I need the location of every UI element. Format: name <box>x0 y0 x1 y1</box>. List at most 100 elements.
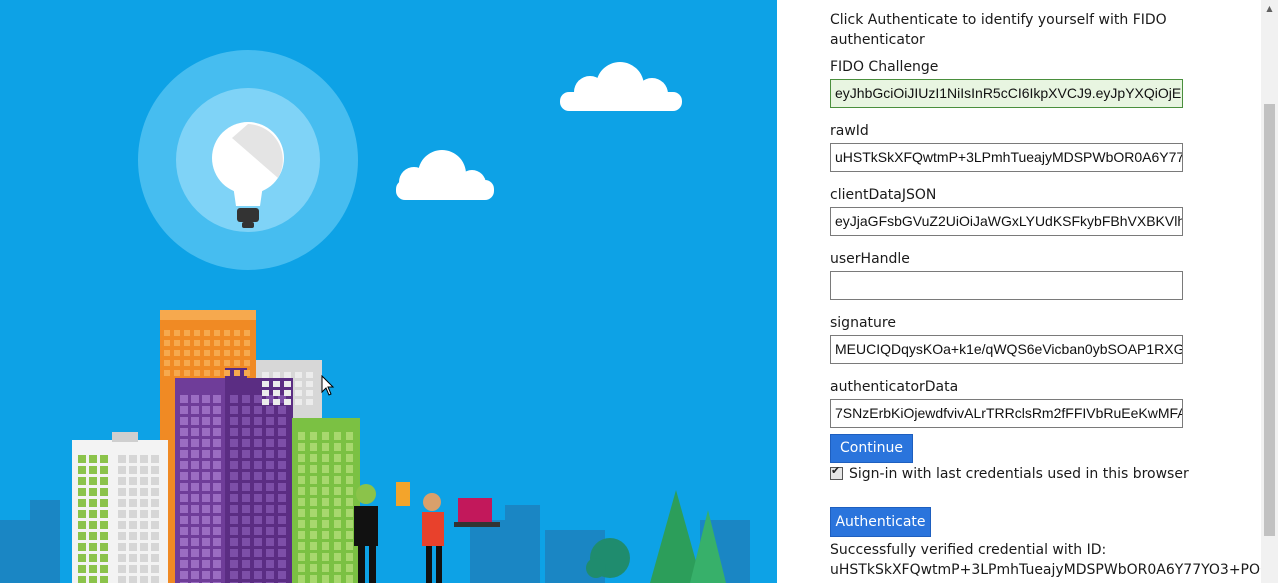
building-window <box>230 516 238 524</box>
building-window <box>164 340 170 346</box>
building-window <box>254 428 262 436</box>
vertical-scrollbar[interactable]: ▲ <box>1261 0 1278 583</box>
building-window <box>100 576 108 583</box>
building-window <box>244 330 250 336</box>
building-window <box>184 330 190 336</box>
building-window <box>242 538 250 546</box>
building-window <box>180 494 188 502</box>
building-window <box>278 538 286 546</box>
building-window <box>202 527 210 535</box>
building-window <box>298 465 305 473</box>
building-window <box>191 483 199 491</box>
building-window <box>242 571 250 579</box>
scrollbar-thumb[interactable] <box>1264 104 1275 536</box>
building-window <box>242 560 250 568</box>
building-window <box>213 395 221 403</box>
building-window <box>334 465 341 473</box>
building-window <box>78 466 86 474</box>
building-window <box>214 330 220 336</box>
signature-label: signature <box>830 315 896 331</box>
building-window <box>230 428 238 436</box>
building-window <box>100 499 108 507</box>
building-window <box>346 564 353 572</box>
building-window <box>180 505 188 513</box>
building-window <box>230 538 238 546</box>
building-window <box>334 542 341 550</box>
building-window <box>334 454 341 462</box>
triangle-up-icon[interactable]: ▲ <box>1261 0 1278 17</box>
building-window <box>180 406 188 414</box>
building-window <box>164 370 170 376</box>
intro-text: Click Authenticate to identify yourself … <box>830 12 1167 48</box>
building-window <box>213 571 221 579</box>
building-window <box>129 510 137 518</box>
building-window <box>242 406 250 414</box>
building-window <box>184 340 190 346</box>
authenticate-button[interactable]: Authenticate <box>830 507 931 537</box>
building-window <box>140 554 148 562</box>
building-window <box>295 372 302 378</box>
building-window <box>202 472 210 480</box>
building-window <box>202 395 210 403</box>
building-window <box>322 476 329 484</box>
userhandle-input[interactable] <box>830 271 1183 300</box>
building-window <box>89 543 97 551</box>
building-window <box>254 560 262 568</box>
signature-input[interactable]: MEUCIQDqysKOa+k1e/qWQS6eVicban0ybSOAP1RX… <box>830 335 1183 364</box>
building-window <box>191 505 199 513</box>
building-window <box>242 549 250 557</box>
building-window <box>213 549 221 557</box>
building-window <box>191 571 199 579</box>
building-window <box>174 370 180 376</box>
rawid-input[interactable]: uHSTkSkXFQwtmP+3LPmhTueajyMDSPWbOR0A6Y77… <box>830 143 1183 172</box>
building-window <box>202 494 210 502</box>
building-window <box>242 461 250 469</box>
building-window <box>346 542 353 550</box>
building-window <box>273 372 280 378</box>
result-message: Successfully verified credential with ID… <box>830 542 1107 558</box>
building-window <box>254 483 262 491</box>
building-window <box>295 381 302 387</box>
building-window <box>202 538 210 546</box>
building-window <box>230 560 238 568</box>
building-window <box>89 565 97 573</box>
remember-credentials-checkbox[interactable] <box>830 464 843 480</box>
building-window <box>234 340 240 346</box>
fido-challenge-input[interactable]: eyJhbGciOiJIUzI1NiIsInR5cCI6IkpXVCJ9.eyJ… <box>830 79 1183 108</box>
building-window <box>140 488 148 496</box>
building-window <box>322 564 329 572</box>
building-window <box>334 520 341 528</box>
building-window <box>151 543 159 551</box>
building-window <box>334 553 341 561</box>
building-window <box>224 350 230 356</box>
building-window <box>202 417 210 425</box>
building-window <box>100 466 108 474</box>
building-window <box>266 505 274 513</box>
building-window <box>262 390 269 396</box>
building-window <box>242 395 250 403</box>
building-window <box>78 554 86 562</box>
continue-button[interactable]: Continue <box>830 434 913 463</box>
building-window <box>129 521 137 529</box>
building-window <box>278 527 286 535</box>
building-window <box>100 543 108 551</box>
building-window <box>310 432 317 440</box>
building-window <box>140 532 148 540</box>
building-window <box>230 483 238 491</box>
building-window <box>230 450 238 458</box>
building-window <box>78 543 86 551</box>
building-window <box>298 487 305 495</box>
building-window <box>100 532 108 540</box>
building-window <box>278 417 286 425</box>
building-window <box>180 571 188 579</box>
building-window <box>254 450 262 458</box>
authenticatordata-input[interactable]: 7SNzErbKiOjewdfvivALrTRRclsRm2fFFIVbRuEe… <box>830 399 1183 428</box>
clientdatajson-input[interactable]: eyJjaGFsbGVuZ2UiOiJaWGxLYUdKSFkybFBhVXBK… <box>830 207 1183 236</box>
building-window <box>151 532 159 540</box>
building-window <box>180 560 188 568</box>
building-window <box>242 516 250 524</box>
building-window <box>266 538 274 546</box>
building-window <box>140 466 148 474</box>
building-window <box>89 576 97 583</box>
building-window <box>266 428 274 436</box>
